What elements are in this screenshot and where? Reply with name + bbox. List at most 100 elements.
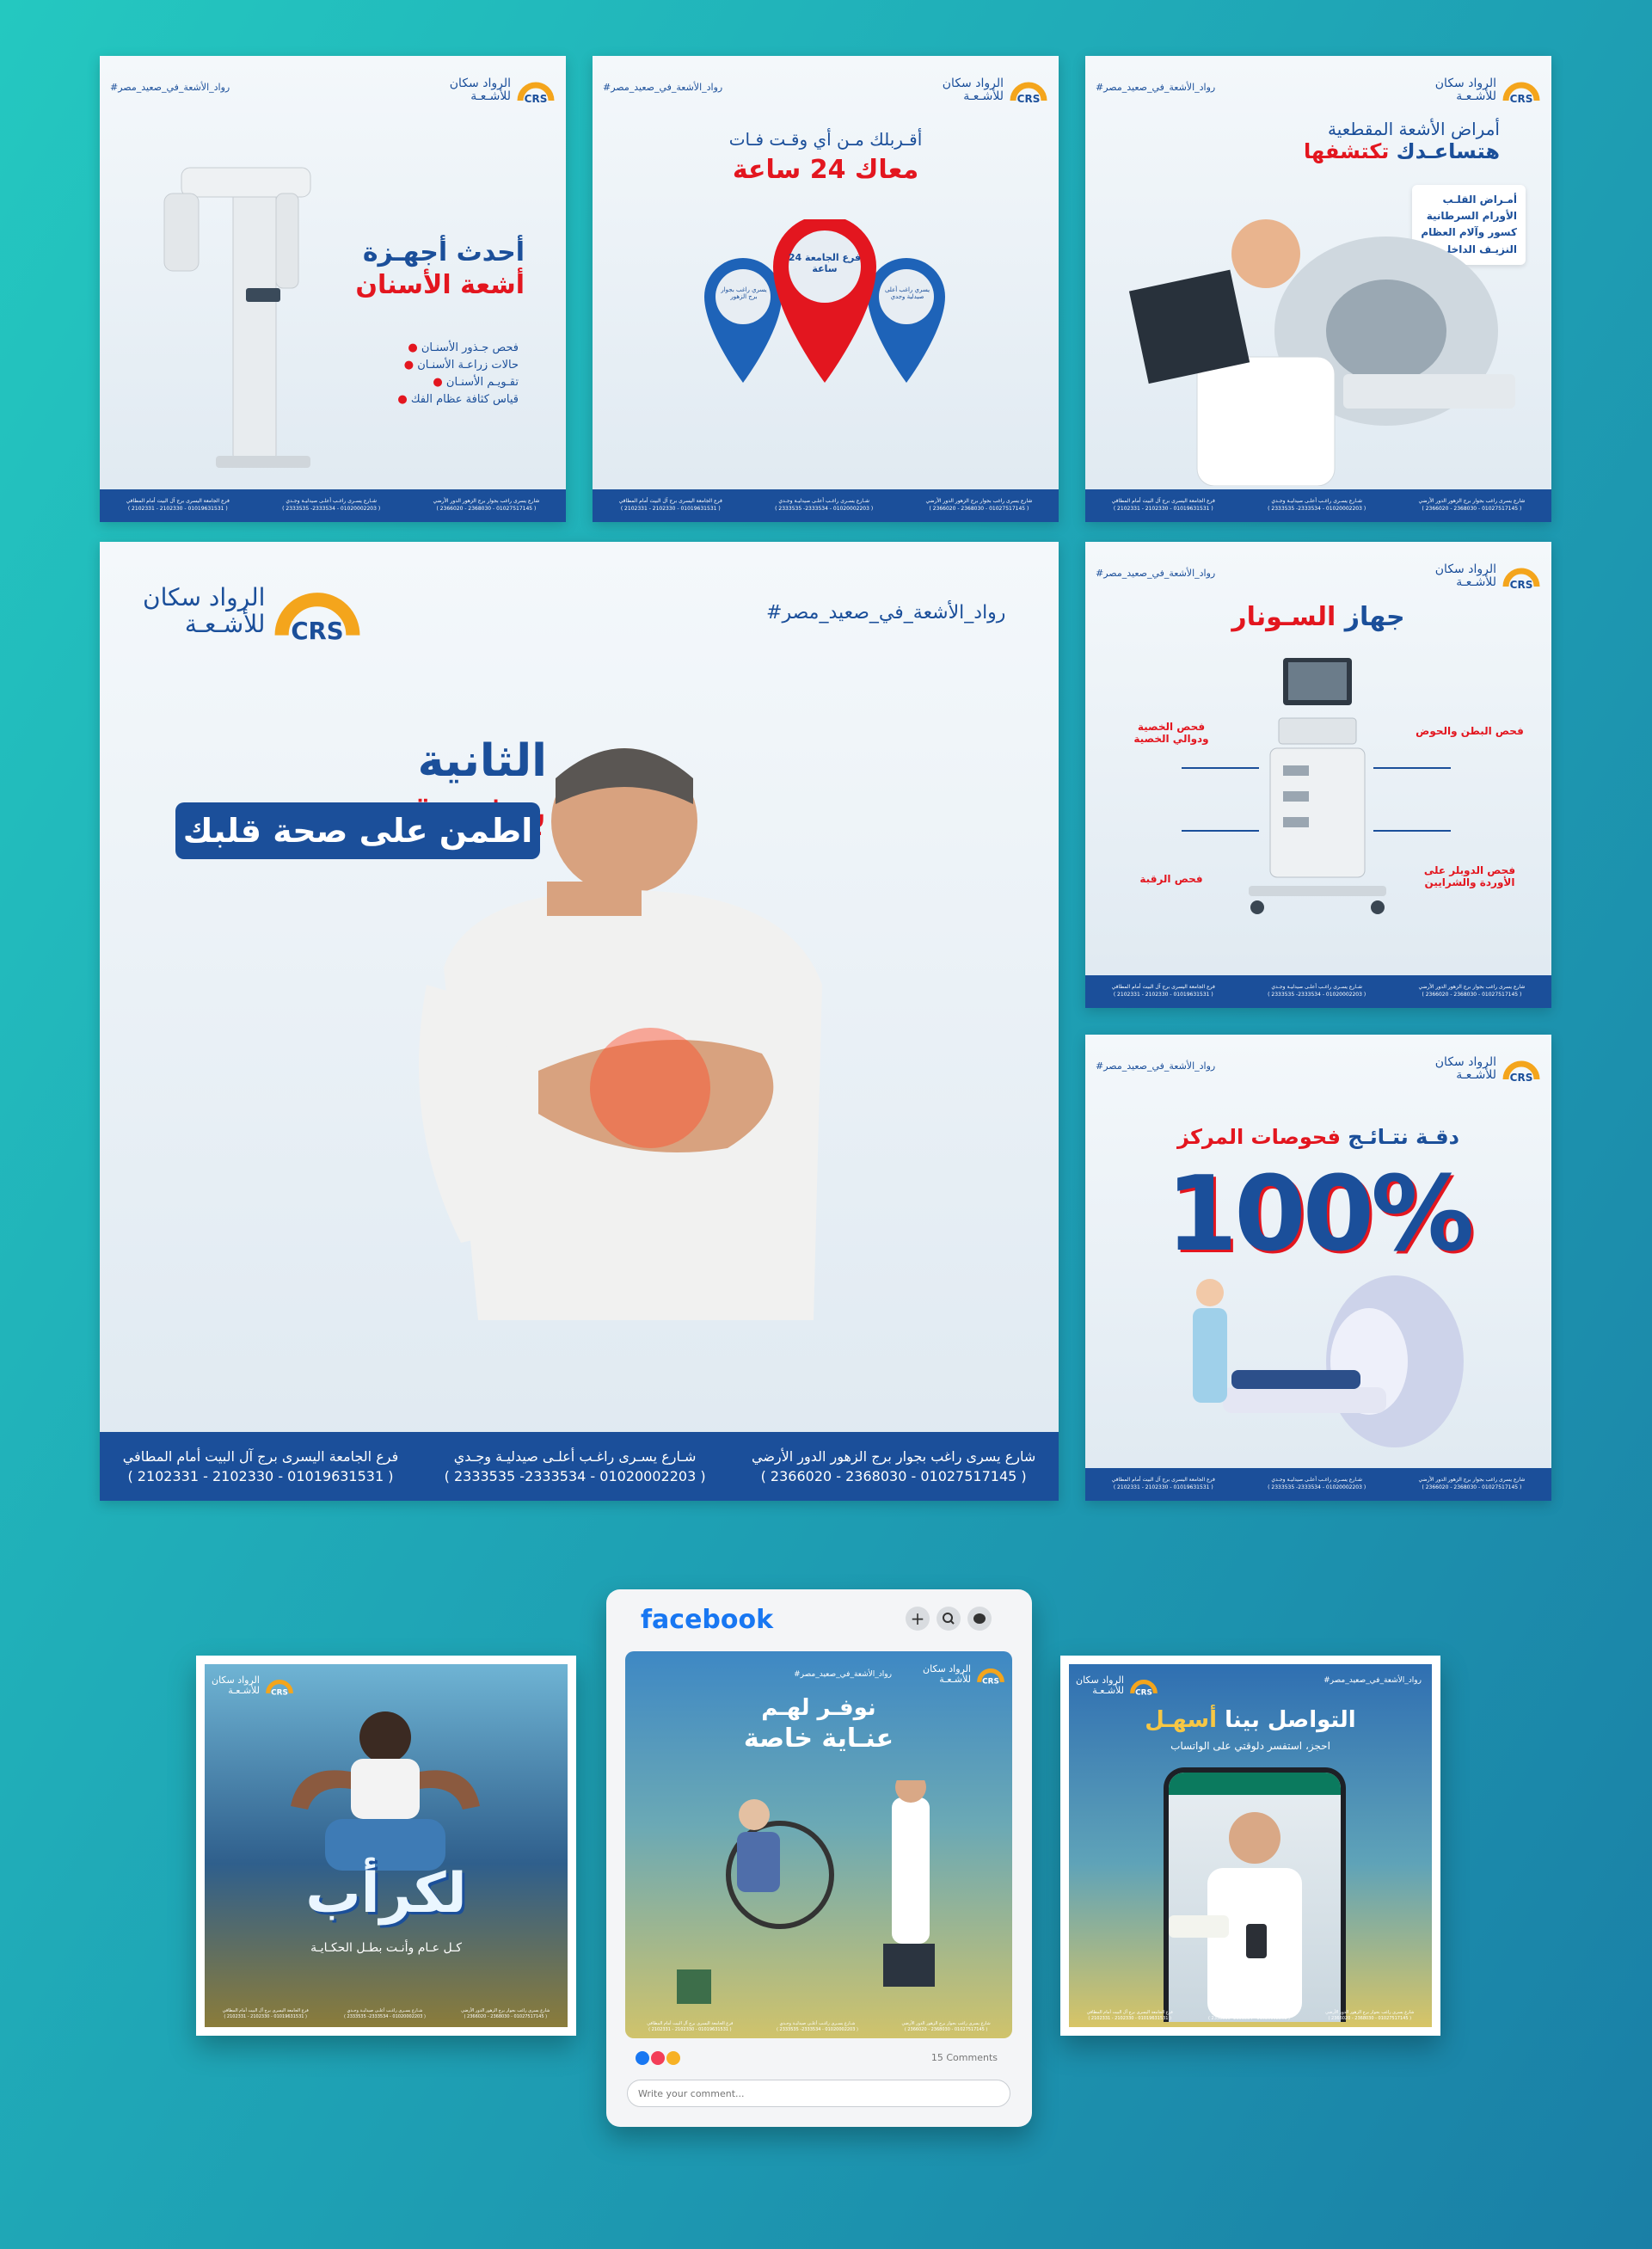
dental-list: فحص جـذور الأسنـان ● حالات زراعـة الأسنـ… <box>397 340 519 409</box>
search-icon <box>943 1613 955 1625</box>
svg-text:CRS: CRS <box>1510 579 1533 591</box>
footer-bar: فرع الجامعة اليسرى برج آل البيت أمام الم… <box>100 1432 1059 1501</box>
sonar-label-bottom-left: فحص الرقبة <box>1139 873 1203 885</box>
hashtag: #رواد_الأشعة_في_صعيد_مصر <box>1096 568 1216 579</box>
sonar-card: #رواد_الأشعة_في_صعيد_مصر الرواد سكان للأش… <box>1085 542 1551 1008</box>
svg-text:CRS: CRS <box>1017 93 1041 105</box>
sonar-label-top-left: فحص الخصية ودوالي الخصية <box>1133 721 1209 745</box>
brand-logo: الرواد سكان للأشـعـة CRS <box>923 1662 1005 1687</box>
doctor-phone-image <box>1169 1812 1302 2019</box>
location-card: #رواد_الأشعة_في_صعيد_مصر الرواد سكان للأش… <box>593 56 1059 522</box>
brand-logo-icon: CRS <box>275 593 360 645</box>
brand-logo: الرواد سكان للأشـعـة CRS <box>450 73 556 108</box>
footer-bar: فرع الجامعة اليسرى برج آل البيت أمام الم… <box>222 2007 550 2019</box>
list-item: حالات زراعـة الأسنـان ● <box>403 359 519 372</box>
footer-bar: فرع الجامعة اليسرى برج آل البيت أمام الم… <box>1085 1468 1551 1501</box>
connector-line <box>1373 767 1451 769</box>
brand-logo-icon: CRS <box>1502 1060 1540 1084</box>
hashtag: #رواد_الأشعة_في_صعيد_مصر <box>1096 82 1216 93</box>
footer-bar: فرع الجامعة اليسرى برج آل البيت أمام الم… <box>1085 489 1551 522</box>
hero-subtitle: كـل عـام وأنـت بطـل الحكـايـة <box>310 1941 462 1955</box>
sonar-label-top-right: فحص البطن والحوض <box>1416 725 1524 737</box>
svg-text:CRS: CRS <box>271 1688 288 1697</box>
pin-right-label: يسري راغب أعلى صيدلية وجدي <box>884 286 930 300</box>
brand-logo: الرواد سكان للأشـعـة CRS <box>943 73 1048 108</box>
hashtag: #رواد_الأشعة_في_صعيد_مصر <box>1096 1060 1216 1072</box>
connector-line <box>1182 767 1259 769</box>
brand-logo-icon: CRS <box>517 82 555 105</box>
brand-logo-icon: CRS <box>1502 82 1540 105</box>
messenger-icon <box>973 1613 986 1624</box>
list-item: فحص جـذور الأسنـان ● <box>408 341 519 354</box>
list-item: قياس كثافة عظام الفك ● <box>397 393 519 407</box>
dental-xray-card: #رواد_الأشعة_في_صعيد_مصر الرواد سكان للأش… <box>100 56 566 522</box>
comments-count[interactable]: 15 Comments <box>931 2052 998 2063</box>
hashtag: #رواد_الأشعة_في_صعيد_مصر <box>603 82 723 93</box>
svg-text:CRS: CRS <box>1135 1688 1152 1697</box>
hashtag: #رواد_الأشعة_في_صعيد_مصر <box>794 1670 892 1679</box>
svg-text:CRS: CRS <box>1510 1072 1533 1084</box>
phone-frame <box>1164 1767 1346 2022</box>
svg-text:CRS: CRS <box>982 1677 999 1686</box>
footer-bar: فرع الجامعة اليسرى برج آل البيت أمام الم… <box>1086 2009 1415 2021</box>
hero-big-word: لكرأب <box>305 1862 467 1926</box>
brand-logo: الرواد سكان للأشـعـة CRS <box>1435 73 1541 108</box>
brand-logo-icon: CRS <box>266 1679 293 1697</box>
search-button[interactable] <box>937 1607 961 1631</box>
mri-illustration-image <box>1193 1275 1464 1447</box>
accuracy-percent: 100% <box>1165 1155 1475 1275</box>
whatsapp-title: التواصل بينا أسهـل <box>1145 1707 1356 1733</box>
hashtag: #رواد_الأشعة_في_صعيد_مصر <box>1323 1676 1422 1685</box>
ct-title: أمراض الأشعة المقطعية هتساعـدك تكتشفها <box>1303 119 1500 163</box>
footer-bar: فرع الجامعة اليسرى برج آل البيت أمام الم… <box>1085 975 1551 1008</box>
ct-scan-card: #رواد_الأشعة_في_صعيد_مصر الرواد سكان للأش… <box>1085 56 1551 522</box>
love-reaction-icon <box>651 2051 665 2065</box>
brand-logo: الرواد سكان للأشـعـة CRS <box>212 1673 294 1699</box>
pin-center-label: فرع الجامعة 24 ساعة <box>788 252 862 274</box>
list-item: تقـويـم الأسنـان ● <box>433 376 519 390</box>
whatsapp-header-bar <box>1169 1773 1341 1795</box>
messenger-button[interactable] <box>967 1607 992 1631</box>
comment-input[interactable] <box>627 2080 1010 2107</box>
sonar-label-bottom-right: فحص الدوبلر على الأوردة والشرايين <box>1423 864 1516 888</box>
add-button[interactable]: + <box>906 1607 930 1631</box>
whatsapp-card: #رواد_الأشعة_في_صعيد_مصر الرواد سكان للأش… <box>1069 1664 1432 2027</box>
wheelchair-doctor-image <box>677 1780 935 2004</box>
ultrasound-machine-image <box>1249 658 1386 914</box>
brand-logo-icon: CRS <box>1010 82 1047 105</box>
like-reaction-icon <box>636 2051 649 2065</box>
doctor-ct-image <box>1128 219 1515 486</box>
footer-bar: فرع الجامعة اليسرى برج آل البيت أمام الم… <box>593 489 1059 522</box>
hashtag: #رواد_الأشعة_في_صعيد_مصر <box>110 82 230 93</box>
location-tagline: أقـربلك مـن أي وقـت فـات <box>728 129 923 150</box>
whatsapp-subtitle: احجز، استفسر دلوقتي على الواتساب <box>1170 1740 1330 1752</box>
brand-logo-icon: CRS <box>1502 568 1540 591</box>
svg-text:CRS: CRS <box>525 93 548 105</box>
svg-text:CRS: CRS <box>292 617 344 645</box>
hero-card: الرواد سكان للأشـعـة CRS لكرأب كـل عـام و… <box>205 1664 568 2027</box>
frame-right: #رواد_الأشعة_في_صعيد_مصر الرواد سكان للأش… <box>1060 1656 1440 2036</box>
care-title: نوفـر لهـم عنـاية خاصة <box>743 1695 894 1754</box>
brand-logo: الرواد سكان للأشـعـة CRS <box>1435 559 1541 593</box>
facebook-logo[interactable]: facebook <box>641 1605 773 1635</box>
svg-text:CRS: CRS <box>1510 93 1533 105</box>
reaction-icons[interactable] <box>636 2051 680 2065</box>
accuracy-card: #رواد_الأشعة_في_صعيد_مصر الرواد سكان للأش… <box>1085 1035 1551 1501</box>
connector-line <box>1373 830 1451 832</box>
pin-left-label: يسري راغب بجوار برج الزهور <box>721 286 767 300</box>
wow-reaction-icon <box>666 2051 680 2065</box>
brand-logo-icon: CRS <box>977 1668 1004 1686</box>
dental-title: أحدث أجهـزة أشعة الأسنان <box>355 237 525 300</box>
brand-logo: الرواد سكان للأشـعـة CRS <box>143 572 365 651</box>
footer-bar: فرع الجامعة اليسرى برج آل البيت أمام الم… <box>647 2020 991 2032</box>
connector-line <box>1182 830 1259 832</box>
frame-left: الرواد سكان للأشـعـة CRS لكرأب كـل عـام و… <box>196 1656 576 2036</box>
brand-logo-icon: CRS <box>1130 1679 1158 1697</box>
care-post-card: #رواد_الأشعة_في_صعيد_مصر الرواد سكان للأش… <box>625 1651 1012 2038</box>
footer-bar: فرع الجامعة اليسرى برج آل البيت أمام الم… <box>100 489 566 522</box>
brand-logo: الرواد سكان للأشـعـة CRS <box>1435 1052 1541 1086</box>
man-chest-pain-image <box>419 748 822 1320</box>
sonar-title: جهاز السـونار <box>1231 602 1405 632</box>
hashtag: #رواد_الأشعة_في_صعيد_مصر <box>766 602 1006 624</box>
heart-card: #رواد_الأشعة_في_صعيد_مصر الرواد سكان للأش… <box>100 542 1059 1501</box>
